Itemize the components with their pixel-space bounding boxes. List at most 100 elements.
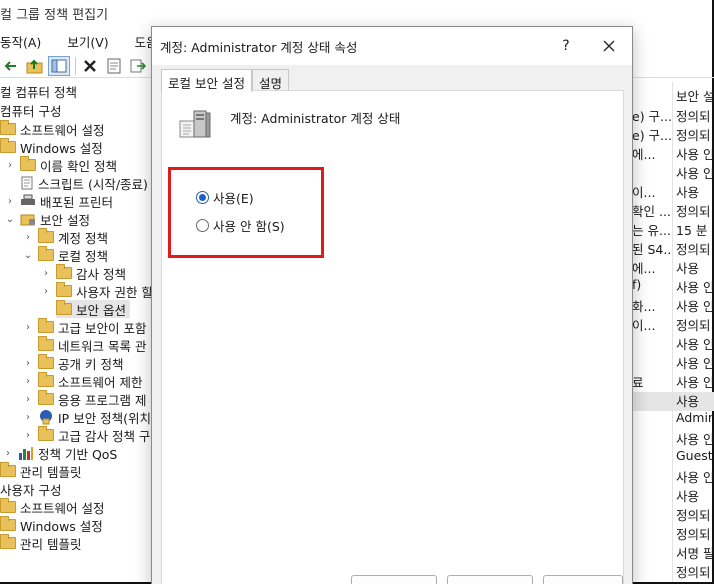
tree-item-public-key[interactable]: › 공개 키 정책 bbox=[22, 354, 123, 372]
list-cell-policy[interactable]: 에... bbox=[632, 258, 672, 277]
menu-view[interactable]: 보기(V) bbox=[67, 30, 116, 52]
tree-item-admin-templates[interactable]: 관리 템플릿 bbox=[0, 462, 81, 480]
list-cell-setting[interactable]: 사용 bbox=[676, 391, 714, 410]
list-cell-policy[interactable]: 료 bbox=[632, 372, 672, 391]
tree-item-account-policy[interactable]: › 계정 정책 bbox=[22, 228, 108, 246]
chevron-down-icon[interactable]: ⌄ bbox=[4, 214, 16, 225]
radio-checked-icon[interactable] bbox=[196, 191, 209, 204]
list-cell-policy[interactable]: 에... bbox=[632, 144, 672, 163]
back-icon[interactable] bbox=[0, 56, 22, 76]
tree-item-advanced-firewall[interactable]: › 고급 보안이 포함 bbox=[22, 318, 146, 336]
list-cell-setting[interactable]: 정의되 bbox=[676, 106, 714, 125]
tree-item-user-software-settings[interactable]: 소프트웨어 설정 bbox=[0, 498, 104, 516]
chevron-down-icon[interactable]: ⌄ bbox=[22, 250, 34, 261]
list-cell-policy[interactable]: 는 유... bbox=[632, 220, 672, 239]
list-cell-setting[interactable]: 사용 bbox=[676, 182, 714, 201]
column-header-security-setting[interactable]: 보안 설 bbox=[676, 86, 714, 105]
list-cell-setting[interactable]: 사용 bbox=[676, 258, 714, 277]
tree-item-security-settings[interactable]: ⌄ 보안 설정 bbox=[4, 210, 90, 228]
tab-explain[interactable]: 설명 bbox=[251, 69, 289, 91]
tree-item-windows-settings[interactable]: Windows 설정 bbox=[0, 138, 103, 156]
list-cell-setting[interactable]: 사용 인 bbox=[676, 353, 714, 372]
chevron-right-icon[interactable]: › bbox=[40, 286, 52, 297]
list-cell-policy[interactable]: 확인 ... bbox=[632, 201, 672, 220]
tree-item-local-policy[interactable]: ⌄ 로컬 정책 bbox=[22, 246, 108, 264]
tree-item-advanced-audit[interactable]: › 고급 감사 정책 구 bbox=[22, 426, 150, 444]
tree-item-local-computer-policy[interactable]: 컬 컴퓨터 정책 bbox=[0, 82, 77, 100]
chevron-right-icon[interactable]: › bbox=[4, 196, 16, 207]
tree-item-user-windows-settings[interactable]: Windows 설정 bbox=[0, 516, 103, 534]
tree-item-computer-config[interactable]: 컴퓨터 구성 bbox=[0, 101, 61, 119]
chevron-right-icon[interactable]: › bbox=[22, 358, 34, 369]
chevron-right-icon[interactable]: › bbox=[22, 376, 34, 387]
folder-icon bbox=[0, 138, 16, 153]
list-cell-policy[interactable]: 이... bbox=[632, 315, 672, 334]
list-cell-setting[interactable]: 정의되 bbox=[676, 505, 714, 524]
list-cell-setting[interactable]: 사용 인 bbox=[676, 144, 714, 163]
list-cell-setting[interactable]: 사용 인 bbox=[676, 163, 714, 182]
delete-icon[interactable] bbox=[79, 56, 101, 76]
menu-action[interactable]: 동작(A) bbox=[0, 30, 49, 52]
chevron-right-icon[interactable]: › bbox=[22, 430, 34, 441]
chevron-right-icon[interactable]: › bbox=[22, 394, 34, 405]
tree-item-label: 공개 키 정책 bbox=[58, 356, 124, 372]
list-cell-setting[interactable]: Admin bbox=[676, 410, 714, 425]
list-cell-policy[interactable]: 된 S4... bbox=[632, 239, 672, 258]
close-button[interactable] bbox=[596, 33, 622, 59]
list-cell-setting[interactable]: 15 분 bbox=[676, 220, 714, 239]
tree-item-security-options[interactable]: 보안 옵션 bbox=[56, 300, 130, 318]
chevron-right-icon[interactable]: › bbox=[22, 322, 34, 333]
list-cell-setting[interactable]: 사용 인 bbox=[676, 372, 714, 391]
list-cell-setting[interactable]: 정의되 bbox=[676, 239, 714, 258]
list-cell-policy[interactable]: f) bbox=[632, 277, 672, 292]
tree-item-ip-security[interactable]: › IP 보안 정책(위치 bbox=[22, 408, 151, 426]
tree-item-name-resolution[interactable]: › 이름 확인 정책 bbox=[4, 156, 117, 174]
tree-item-user-admin-templates[interactable]: 관리 템플릿 bbox=[0, 534, 81, 552]
tree-item-policy-qos[interactable]: › 정책 기반 QoS bbox=[2, 444, 117, 462]
cancel-button[interactable] bbox=[447, 575, 533, 584]
tree-item-user-config[interactable]: 사용자 구성 bbox=[0, 480, 61, 498]
list-cell-setting[interactable]: 사용 인 bbox=[676, 429, 714, 448]
list-cell-setting[interactable]: 사용 인 bbox=[676, 296, 714, 315]
tree-item-network-list[interactable]: 네트워크 목록 관 bbox=[38, 336, 146, 354]
list-cell-setting[interactable]: 사용 인 bbox=[676, 277, 714, 296]
list-cell-policy[interactable]: 화... bbox=[632, 296, 672, 315]
list-cell-setting[interactable]: 정의되 bbox=[676, 201, 714, 220]
chevron-right-icon[interactable]: › bbox=[40, 268, 52, 279]
radio-enabled[interactable]: 사용(E) bbox=[196, 188, 254, 207]
tree-item-audit-policy[interactable]: › 감사 정책 bbox=[40, 264, 126, 282]
up-folder-icon[interactable] bbox=[24, 56, 46, 76]
export-icon[interactable] bbox=[127, 56, 149, 76]
tree-item-software-restriction[interactable]: › 소프트웨어 제한 bbox=[22, 372, 142, 390]
tree-item-user-rights[interactable]: › 사용자 권한 할 bbox=[40, 282, 153, 300]
chevron-right-icon[interactable]: › bbox=[22, 232, 34, 243]
radio-unchecked-icon[interactable] bbox=[196, 219, 209, 232]
properties-icon[interactable] bbox=[103, 56, 125, 76]
list-cell-policy[interactable]: e) 구... bbox=[632, 106, 672, 125]
show-hide-tree-icon[interactable] bbox=[48, 55, 70, 76]
list-cell-setting[interactable]: 사용 인 bbox=[676, 334, 714, 353]
list-cell-setting[interactable]: 사용 인 bbox=[676, 467, 714, 486]
tree-item-app-control[interactable]: › 응용 프로그램 제 bbox=[22, 390, 146, 408]
tab-local-security-setting[interactable]: 로컬 보안 설정 bbox=[161, 69, 252, 92]
tree-item-scripts[interactable]: 스크립트 (시작/종료) bbox=[20, 174, 148, 192]
list-cell-policy[interactable]: e) 구... bbox=[632, 125, 672, 144]
list-cell-setting[interactable]: 정의되 bbox=[676, 524, 714, 543]
list-cell-setting[interactable]: 정의되 bbox=[676, 125, 714, 144]
apply-button[interactable] bbox=[543, 575, 623, 584]
list-cell-setting[interactable]: 사용 bbox=[676, 486, 714, 505]
chevron-right-icon[interactable]: › bbox=[4, 160, 16, 171]
tree-item-printers[interactable]: › 배포된 프린터 bbox=[4, 192, 113, 210]
tree-item-software-settings[interactable]: 소프트웨어 설정 bbox=[0, 120, 104, 138]
list-cell-setting[interactable]: 서명 필 bbox=[676, 543, 714, 562]
list-cell-setting[interactable]: Guest bbox=[676, 448, 714, 463]
help-button[interactable]: ? bbox=[554, 34, 578, 58]
chevron-right-icon[interactable]: › bbox=[22, 412, 34, 423]
radio-disabled[interactable]: 사용 안 함(S) bbox=[196, 216, 285, 235]
toolbar-separator bbox=[75, 56, 76, 75]
list-cell-setting[interactable]: 정의되 bbox=[676, 315, 714, 334]
ok-button[interactable] bbox=[351, 575, 437, 584]
list-cell-policy[interactable]: 이... bbox=[632, 182, 672, 201]
list-cell-setting[interactable]: 정의되 bbox=[676, 562, 714, 581]
chevron-right-icon[interactable]: › bbox=[2, 448, 14, 459]
